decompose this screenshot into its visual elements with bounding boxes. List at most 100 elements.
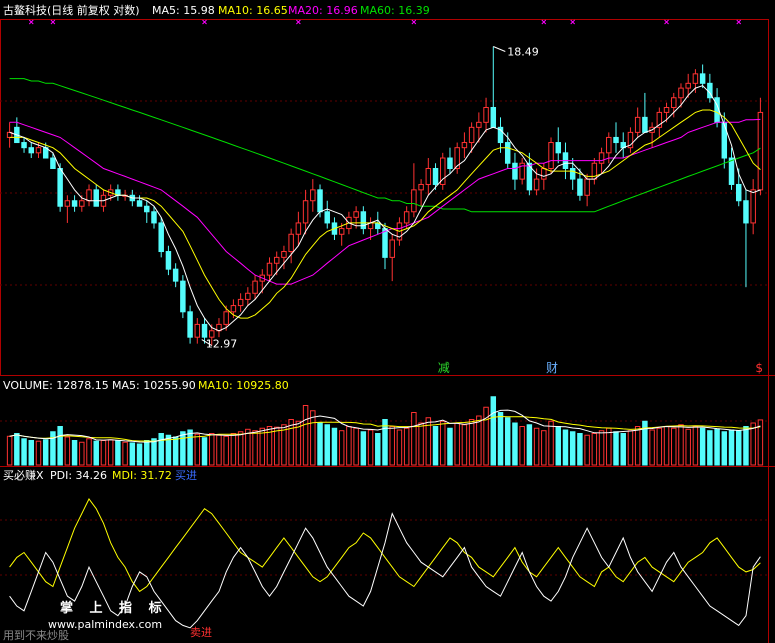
volume-bar [569, 431, 576, 466]
volume-bar [548, 420, 554, 466]
candle-body [71, 200, 78, 207]
volume-bar [201, 437, 208, 466]
candle-body [432, 168, 439, 185]
indicator-pdi-label: PDI: 34.26 [50, 469, 107, 482]
volume-bar [714, 428, 720, 466]
top-x-mark [28, 19, 34, 25]
candle-body [584, 178, 590, 196]
candle-body [425, 168, 432, 185]
price-ma5-line [9, 85, 761, 332]
candle-body [728, 157, 735, 185]
candle-body [678, 87, 684, 99]
volume-bar [476, 415, 482, 466]
volume-bar [468, 419, 475, 466]
volume-bar [42, 439, 49, 466]
volume-bar [216, 434, 222, 466]
price-ma60-label: MA60: 16.39 [360, 4, 430, 17]
volume-bar [432, 426, 439, 466]
top-x-mark [411, 19, 417, 25]
price-moving-averages [9, 78, 761, 332]
volume-bar [57, 426, 63, 466]
volume-bar [324, 424, 330, 466]
candle-body [577, 178, 583, 196]
volume-bar [555, 426, 561, 466]
event-markers: 减 财 $ [438, 361, 763, 375]
volume-bar [288, 419, 294, 466]
volume-bar [360, 431, 367, 466]
watermark-corner: 用到不来炒股 [3, 629, 69, 642]
volume-bar [281, 424, 287, 466]
volume-bar [93, 440, 99, 466]
candle-body [403, 211, 410, 224]
volume-bar [331, 427, 338, 466]
candle-body [136, 200, 143, 207]
candle-body [252, 280, 258, 294]
volume-bar [454, 422, 460, 466]
volume-bar [172, 436, 179, 466]
candle-body [281, 251, 287, 258]
price-ma5-label: MA5: 15.98 [152, 4, 215, 17]
candle-body [79, 200, 85, 207]
indicator-title: 买必赚X [3, 468, 44, 482]
candle-body [743, 200, 749, 224]
candle-body [86, 189, 92, 202]
volume-ma10-label: MA10: 10925.80 [198, 379, 289, 392]
volume-label: VOLUME: 12878.15 [3, 379, 109, 392]
volume-bar [273, 426, 280, 466]
candle-body [93, 189, 99, 207]
volume-bar [750, 422, 756, 466]
top-x-marks [28, 19, 742, 25]
candle-body [692, 73, 699, 84]
volume-bar [504, 417, 511, 466]
volume-bar [620, 433, 626, 466]
candle-body [504, 142, 511, 164]
volume-bar [382, 419, 388, 466]
price-panel [6, 46, 764, 347]
candle-body [230, 305, 237, 313]
volume-bar [533, 427, 540, 466]
price-ma10-line [9, 109, 761, 319]
volume-bar [440, 420, 446, 466]
volume-bar [252, 430, 258, 466]
candle-body [158, 222, 164, 253]
stock-chart: 古鳌科技(日线 前复权 对数) MA5: 15.98 MA10: 16.65 M… [0, 3, 775, 643]
volume-bar [678, 424, 684, 466]
candle-body [541, 168, 547, 180]
candle-body [50, 157, 56, 170]
top-x-mark [296, 19, 301, 25]
low-price-label: 12.97 [206, 338, 238, 351]
candle-body [295, 222, 302, 235]
volume-bar [577, 433, 583, 466]
candle-body [353, 211, 359, 218]
candle-body [757, 111, 764, 191]
price-ma60-line [9, 78, 761, 213]
volume-bar [671, 427, 677, 466]
volume-bar [598, 430, 605, 466]
volume-bar [613, 431, 619, 466]
candle-body [201, 323, 208, 338]
volume-bar [259, 427, 266, 466]
price-ma10-label: MA10: 16.65 [218, 4, 288, 17]
candle-body [685, 82, 691, 89]
volume-bar [194, 433, 201, 466]
volume-bar [317, 422, 323, 466]
watermark-title: 掌 上 指 标 [60, 600, 168, 616]
candle-body [750, 189, 756, 224]
candle-body [35, 147, 42, 154]
volume-bar [490, 396, 497, 466]
event-marker: $ [755, 361, 763, 375]
candle-body [533, 178, 540, 191]
volume-bar [649, 429, 655, 466]
volume-bar [353, 427, 359, 466]
candle-body [642, 116, 648, 133]
grid-lines [0, 100, 768, 576]
volume-bar [396, 429, 403, 466]
volume-bar [230, 433, 237, 466]
volume-bar [367, 429, 374, 466]
volume-bar [375, 433, 381, 466]
top-x-mark [664, 19, 669, 25]
volume-bar [627, 430, 634, 466]
volume-bar [461, 424, 468, 466]
candle-body [699, 73, 706, 84]
volume-bar [115, 440, 121, 466]
